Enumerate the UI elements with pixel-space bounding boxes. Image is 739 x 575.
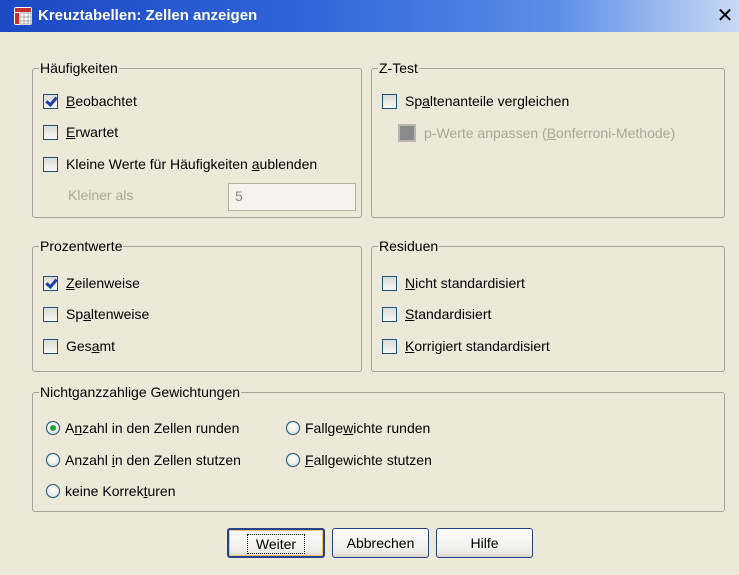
anzahl-runden-label: Anzahl in den Zellen runden (65, 420, 240, 436)
fallgewichte-runden-label: Fallgewichte runden (305, 420, 431, 436)
checkbox[interactable] (43, 306, 58, 322)
fallgewichte-stutzen-label: Fallgewichte stutzen (305, 452, 432, 468)
beobachtet-checkbox[interactable]: Beobachtet (43, 93, 137, 109)
korrigiert-checkbox[interactable]: Korrigiert standardisiert (382, 338, 550, 354)
radio[interactable] (286, 421, 300, 435)
checkbox[interactable] (382, 93, 397, 109)
kleiner-als-label: Kleiner als (68, 187, 134, 203)
anzahl-stutzen-radio[interactable]: Anzahl in den Zellen stutzen (46, 452, 241, 468)
standardisiert-checkbox[interactable]: Standardisiert (382, 306, 491, 322)
kleine-werte-label: Kleine Werte für Häufigkeiten aublenden (66, 156, 318, 172)
standardisiert-label: Standardisiert (405, 306, 492, 322)
checkbox-disabled[interactable] (398, 124, 416, 142)
window-title: Kreuztabellen: Zellen anzeigen (38, 7, 258, 24)
spaltenweise-checkbox[interactable]: Spaltenweise (43, 306, 149, 322)
pwerte-label: p-Werte anpassen (Bonferroni-Methode) (424, 125, 676, 141)
radio[interactable] (46, 453, 60, 467)
crosstab-icon (14, 7, 32, 25)
checkbox-checked[interactable] (43, 93, 58, 109)
checkbox[interactable] (382, 275, 397, 291)
spaltenanteile-label: Spaltenanteile vergleichen (405, 93, 570, 109)
erwartet-checkbox[interactable]: Erwartet (43, 124, 118, 140)
anzahl-runden-radio[interactable]: Anzahl in den Zellen runden (46, 420, 239, 436)
hilfe-button[interactable]: Hilfe (436, 528, 533, 558)
ztest-legend: Z-Test (379, 60, 418, 76)
checkbox[interactable] (43, 124, 58, 140)
weiter-button[interactable]: Weiter (227, 528, 325, 558)
nicht-standardisiert-label: Nicht standardisiert (405, 275, 525, 291)
spaltenweise-label: Spaltenweise (66, 306, 150, 322)
residuen-legend: Residuen (379, 238, 439, 254)
radio[interactable] (286, 453, 300, 467)
spaltenanteile-checkbox[interactable]: Spaltenanteile vergleichen (382, 93, 569, 109)
weiter-label: Weiter (246, 534, 306, 554)
zeilenweise-checkbox[interactable]: Zeilenweise (43, 275, 140, 291)
haeufigkeiten-legend: Häufigkeiten (40, 60, 118, 76)
dialog-window: Kreuztabellen: Zellen anzeigen ✕ Häufigk… (0, 0, 739, 575)
pwerte-checkbox[interactable]: p-Werte anpassen (Bonferroni-Methode) (398, 124, 675, 142)
fallgewichte-stutzen-radio[interactable]: Fallgewichte stutzen (286, 452, 432, 468)
close-icon[interactable]: ✕ (715, 6, 735, 27)
checkbox[interactable] (382, 306, 397, 322)
kleiner-als-input[interactable]: 5 (228, 183, 356, 211)
keine-korrekturen-radio[interactable]: keine Korrekturen (46, 483, 176, 499)
gesamt-label: Gesamt (66, 338, 116, 354)
prozentwerte-legend: Prozentwerte (40, 238, 123, 254)
gewichtungen-legend: Nichtganzzahlige Gewichtungen (40, 384, 241, 400)
checkbox[interactable] (43, 156, 58, 172)
radio[interactable] (46, 484, 60, 498)
erwartet-label: Erwartet (66, 124, 119, 140)
radio-selected[interactable] (46, 421, 60, 435)
title-bar: Kreuztabellen: Zellen anzeigen ✕ (0, 0, 739, 32)
zeilenweise-label: Zeilenweise (66, 275, 140, 291)
beobachtet-label: Beobachtet (66, 93, 137, 109)
korrigiert-label: Korrigiert standardisiert (405, 338, 550, 354)
nicht-standardisiert-checkbox[interactable]: Nicht standardisiert (382, 275, 525, 291)
fallgewichte-runden-radio[interactable]: Fallgewichte runden (286, 420, 430, 436)
anzahl-stutzen-label: Anzahl in den Zellen stutzen (65, 452, 241, 468)
checkbox-checked[interactable] (43, 275, 58, 291)
keine-korrekturen-label: keine Korrekturen (65, 483, 176, 499)
abbrechen-button[interactable]: Abbrechen (332, 528, 429, 558)
kleine-werte-checkbox[interactable]: Kleine Werte für Häufigkeiten aublenden (43, 156, 317, 172)
gesamt-checkbox[interactable]: Gesamt (43, 338, 115, 354)
checkbox[interactable] (382, 338, 397, 354)
checkbox[interactable] (43, 338, 58, 354)
